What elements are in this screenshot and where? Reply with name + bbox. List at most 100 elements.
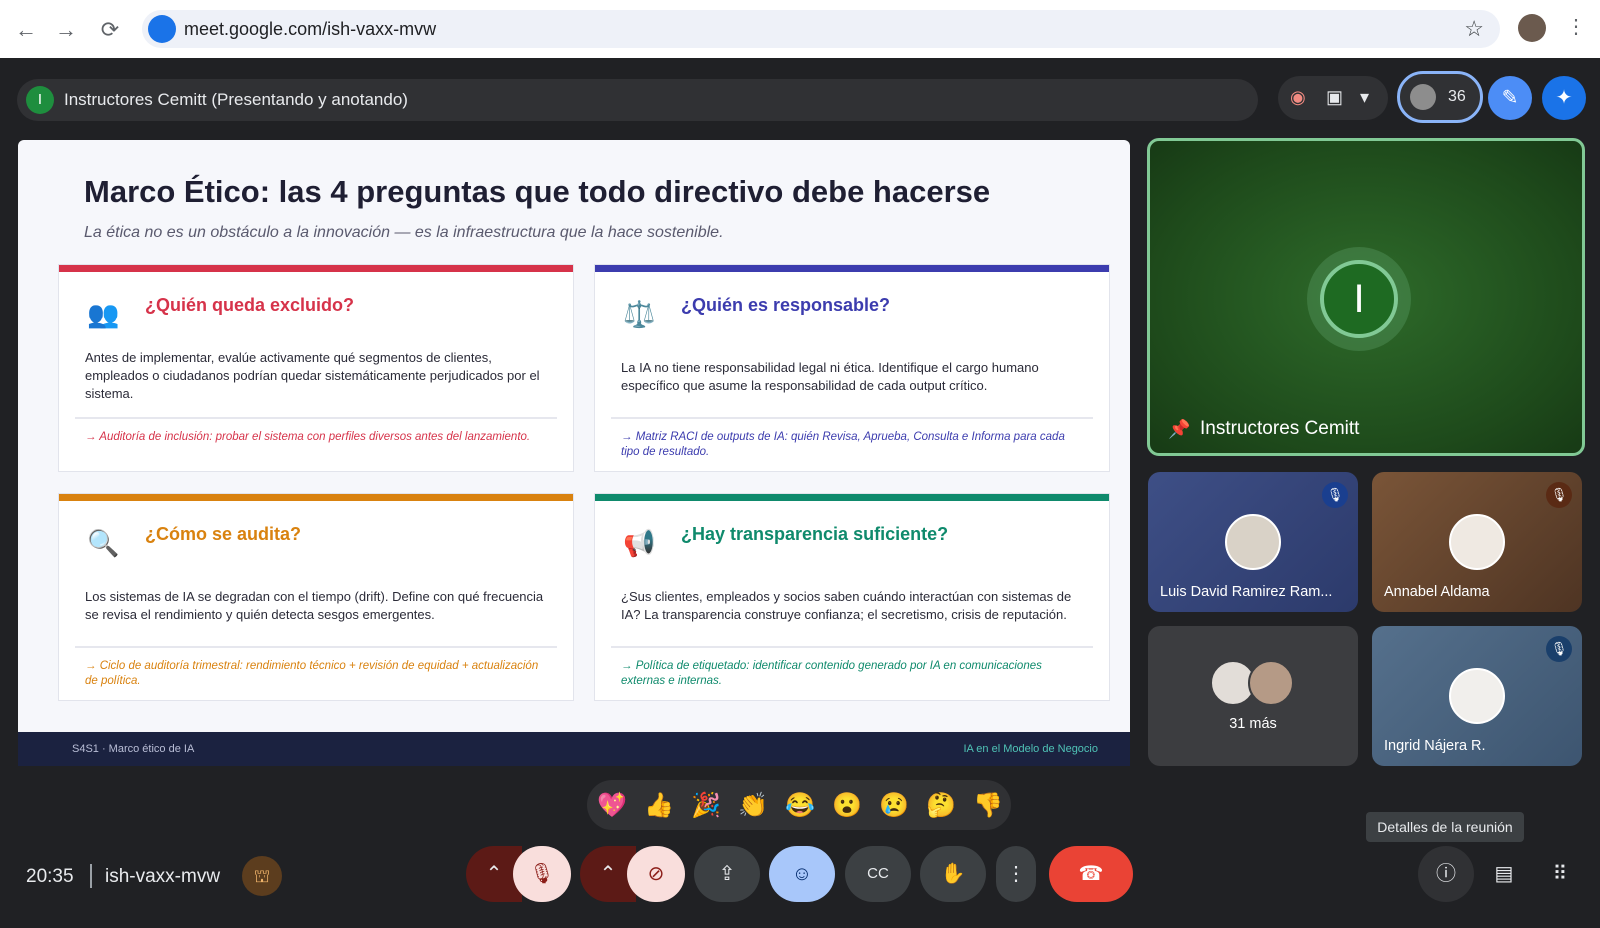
- card-footer: → Matriz RACI de outputs de IA: quién Re…: [621, 431, 1065, 458]
- chevron-down-icon[interactable]: ▾: [1360, 87, 1369, 108]
- more-options-button[interactable]: ⋮: [996, 846, 1036, 902]
- card-footer: → Ciclo de auditoría trimestral: rendimi…: [85, 660, 539, 687]
- people-icon: 👥: [87, 299, 120, 329]
- card-title: ¿Cómo se audita?: [145, 524, 302, 544]
- card-accent-bar: [59, 494, 573, 501]
- slide-subtitle: La ética no es un obstáculo a la innovac…: [84, 224, 724, 241]
- chat-button[interactable]: ▤: [1476, 846, 1532, 902]
- laugh-emoji-icon[interactable]: 😂: [785, 791, 815, 820]
- back-arrow-icon[interactable]: ←: [12, 16, 40, 44]
- card-transparency: 📢 ¿Hay transparencia suficiente? ¿Sus cl…: [594, 493, 1110, 701]
- thumbs-down-emoji-icon[interactable]: 👎: [973, 791, 1003, 820]
- host-controls-icon[interactable]: ⛫: [242, 856, 282, 896]
- record-icon[interactable]: ◉: [1290, 87, 1306, 108]
- avatar: [1449, 668, 1505, 724]
- avatar: [1225, 514, 1281, 570]
- presenter-bar: I Instructores Cemitt (Presentando y ano…: [17, 79, 1258, 121]
- card-accent-bar: [595, 265, 1109, 272]
- card-divider: [75, 417, 557, 419]
- activities-button[interactable]: ⠿: [1532, 846, 1588, 902]
- participant-name: Ingrid Nájera R.: [1384, 738, 1486, 754]
- mic-muted-icon: 🎙: [1322, 482, 1348, 508]
- reactions-button[interactable]: ☺: [769, 846, 835, 902]
- participant-count: 36: [1448, 88, 1466, 105]
- mic-toggle-button[interactable]: 🎙: [513, 846, 571, 902]
- card-accent-bar: [595, 494, 1109, 501]
- thumbs-up-emoji-icon[interactable]: 👍: [644, 791, 674, 820]
- meeting-code: ish-vaxx-mvw: [105, 866, 221, 887]
- avatar: [1449, 514, 1505, 570]
- captions-button[interactable]: CC: [845, 846, 911, 902]
- url-text[interactable]: meet.google.com/ish-vaxx-mvw: [184, 19, 436, 40]
- participant-tile[interactable]: 🎙 Luis David Ramirez Ram...: [1148, 472, 1358, 612]
- more-participants-tile[interactable]: 31 más: [1148, 626, 1358, 766]
- surprised-emoji-icon[interactable]: 😮: [832, 791, 862, 820]
- card-accent-bar: [59, 265, 573, 272]
- card-body: La IA no tiene responsabilidad legal ni …: [621, 360, 1039, 393]
- meeting-details-tooltip: Detalles de la reunión: [1366, 812, 1524, 842]
- card-responsible: ⚖️ ¿Quién es responsable? La IA no tiene…: [594, 264, 1110, 472]
- bookmark-star-icon[interactable]: ☆: [1464, 16, 1484, 42]
- mic-muted-icon: 🎙: [1546, 482, 1572, 508]
- browser-menu-icon[interactable]: ⋮: [1566, 14, 1586, 39]
- heart-emoji-icon[interactable]: 💖: [597, 791, 627, 820]
- recording-controls: ◉ ▣ ▾: [1278, 76, 1388, 120]
- magnifier-icon: 🔍: [87, 528, 120, 558]
- presenter-tile[interactable]: I 📌 Instructores Cemitt: [1147, 138, 1585, 456]
- presentation-slide: Marco Ético: las 4 preguntas que todo di…: [18, 140, 1130, 766]
- pin-icon[interactable]: 📌: [1168, 419, 1190, 440]
- gemini-icon[interactable]: ✦: [1542, 76, 1586, 120]
- presenter-avatar: I: [26, 86, 54, 114]
- leave-call-button[interactable]: ☎: [1049, 846, 1133, 902]
- mic-muted-icon: 🎙: [1546, 636, 1572, 662]
- sad-emoji-icon[interactable]: 😢: [879, 791, 909, 820]
- camera-toggle-button[interactable]: ⊘: [627, 846, 685, 902]
- card-footer: → Política de etiquetado: identificar co…: [621, 660, 1042, 687]
- profile-avatar[interactable]: [1518, 14, 1546, 42]
- card-footer: → Auditoría de inclusión: probar el sist…: [85, 431, 531, 443]
- participant-name: Annabel Aldama: [1384, 584, 1490, 600]
- card-body: Los sistemas de IA se degradan con el ti…: [85, 589, 544, 622]
- participant-name: 31 más: [1229, 716, 1277, 732]
- microphone-indicator-icon[interactable]: [148, 15, 176, 43]
- reload-icon[interactable]: ⟳: [96, 16, 124, 44]
- megaphone-icon: 📢: [623, 528, 656, 558]
- card-title: ¿Quién es responsable?: [681, 295, 891, 315]
- thinking-emoji-icon[interactable]: 🤔: [926, 791, 956, 820]
- card-title: ¿Hay transparencia suficiente?: [681, 524, 949, 544]
- divider: [90, 864, 92, 888]
- card-title: ¿Quién queda excluido?: [145, 295, 355, 315]
- slide-footer-right: IA en el Modelo de Negocio: [963, 743, 1098, 755]
- forward-arrow-icon[interactable]: →: [52, 16, 80, 44]
- meeting-info-button[interactable]: ⓘ: [1418, 846, 1474, 902]
- card-body: ¿Sus clientes, empleados y socios saben …: [621, 589, 1072, 622]
- presenter-initial-avatar: I: [1320, 260, 1398, 338]
- avatar: [1248, 660, 1294, 706]
- presenter-label: Instructores Cemitt (Presentando y anota…: [64, 90, 408, 109]
- clap-emoji-icon[interactable]: 👏: [738, 791, 768, 820]
- card-divider: [75, 646, 557, 648]
- address-bar[interactable]: meet.google.com/ish-vaxx-mvw ☆: [142, 10, 1500, 48]
- whiteboard-icon[interactable]: ▣: [1326, 87, 1343, 108]
- participant-tile[interactable]: 🎙 Annabel Aldama: [1372, 472, 1582, 612]
- card-divider: [611, 646, 1093, 648]
- reactions-bar: 💖 👍 🎉 👏 😂 😮 😢 🤔 👎: [587, 780, 1011, 830]
- party-emoji-icon[interactable]: 🎉: [691, 791, 721, 820]
- participant-tile[interactable]: 🎙 Ingrid Nájera R.: [1372, 626, 1582, 766]
- participant-name: Luis David Ramirez Ram...: [1160, 584, 1333, 600]
- card-audit: 🔍 ¿Cómo se audita? Los sistemas de IA se…: [58, 493, 574, 701]
- browser-toolbar: ← → ⟳ meet.google.com/ish-vaxx-mvw ☆ ⋮: [0, 0, 1600, 58]
- participants-faces-icon: [1410, 84, 1436, 110]
- card-excluded: 👥 ¿Quién queda excluido? Antes de implem…: [58, 264, 574, 472]
- slide-title: Marco Ético: las 4 preguntas que todo di…: [84, 174, 991, 209]
- raise-hand-button[interactable]: ✋: [920, 846, 986, 902]
- presenter-name: Instructores Cemitt: [1200, 418, 1360, 439]
- card-body: Antes de implementar, evalúe activamente…: [85, 350, 540, 401]
- annotate-pen-icon[interactable]: ✎: [1488, 76, 1532, 120]
- meeting-time: 20:35: [26, 866, 74, 887]
- slide-footer-left: S4S1 · Marco ético de IA: [72, 743, 195, 755]
- present-screen-button[interactable]: ⇪: [694, 846, 760, 902]
- scales-icon: ⚖️: [623, 299, 656, 329]
- participants-button[interactable]: 36: [1397, 71, 1483, 123]
- slide-footer: S4S1 · Marco ético de IA IA en el Modelo…: [18, 732, 1130, 766]
